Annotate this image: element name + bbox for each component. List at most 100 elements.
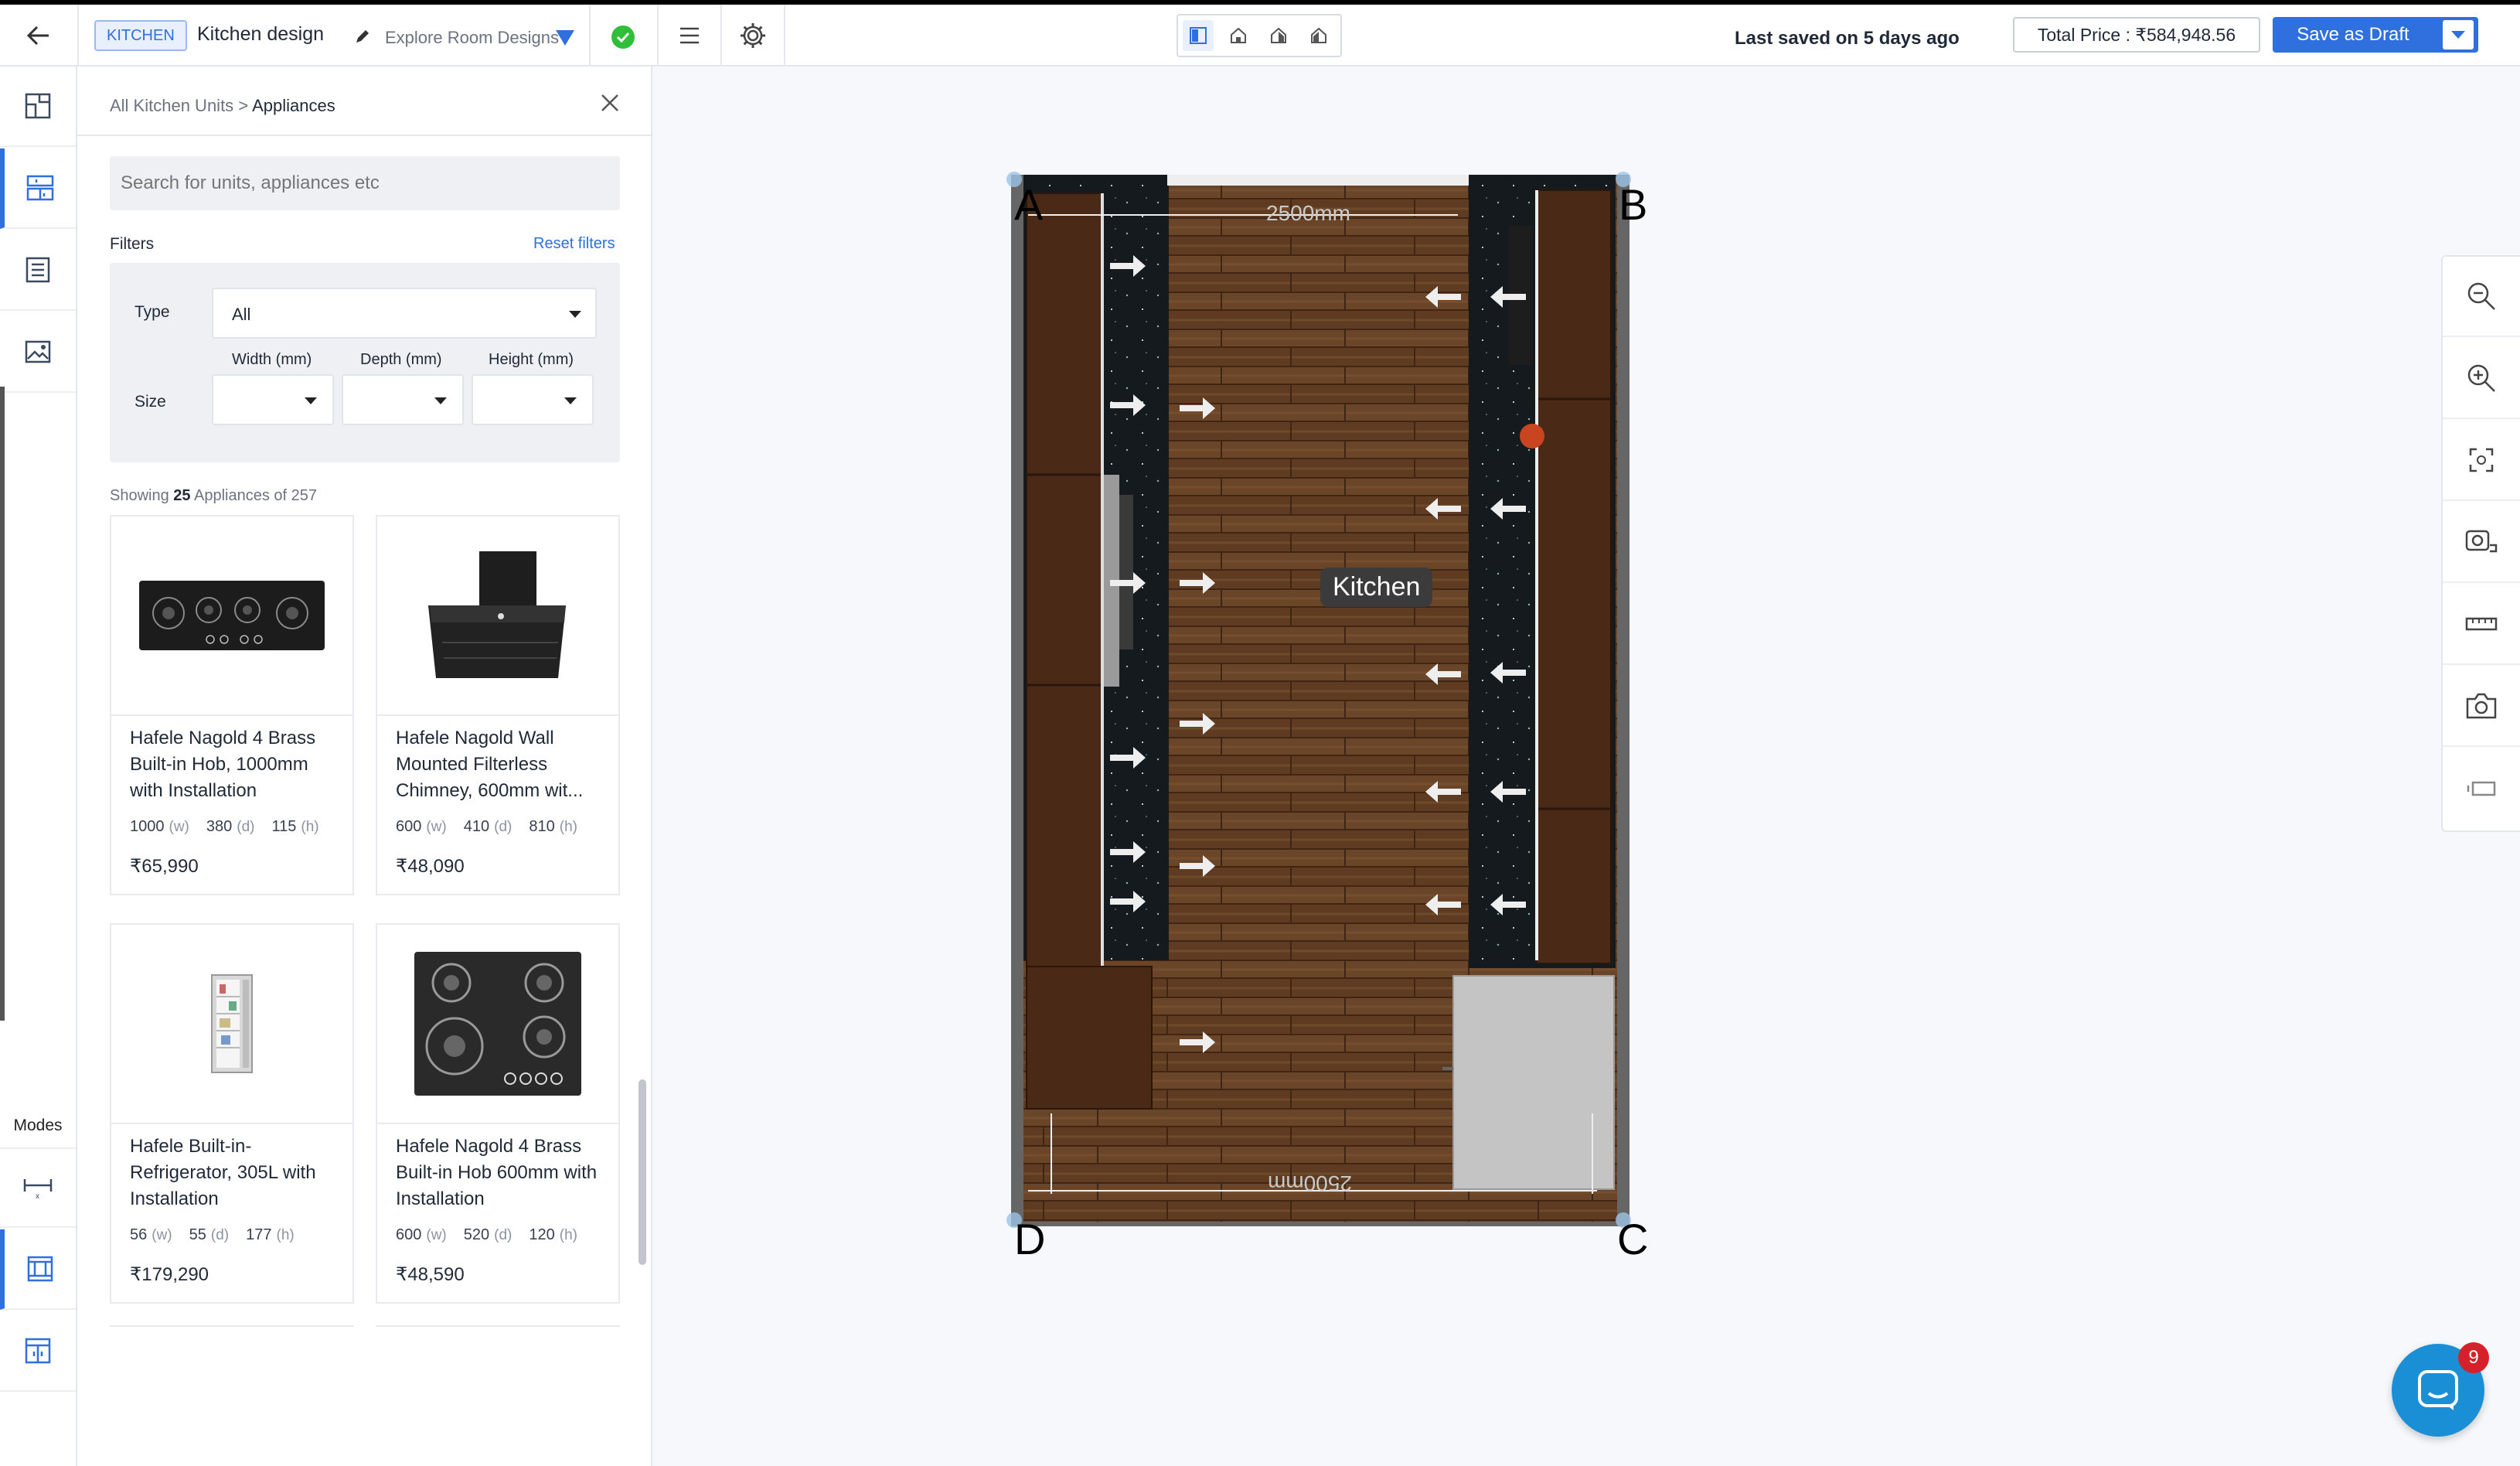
screenshot-button[interactable] <box>2443 667 2520 747</box>
close-panel-button[interactable] <box>600 93 620 117</box>
width-select[interactable] <box>212 374 334 425</box>
filters-box: Type All Width (mm) Depth (mm) Height (m… <box>110 263 620 462</box>
product-card[interactable]: Hafele Nagold 4 Brass Built-in Hob 600mm… <box>376 923 620 1304</box>
product-card[interactable]: Hafele Nagold Wall Mounted Filterless Ch… <box>376 515 620 895</box>
view-mode-switcher <box>1177 14 1342 57</box>
rail-item-elevation-mode[interactable] <box>0 1229 76 1310</box>
rail-item-list[interactable] <box>0 230 76 311</box>
product-price: ₹48,590 <box>396 1264 465 1285</box>
refrigerator-unit[interactable] <box>1452 975 1615 1190</box>
rail-scroll-indicator <box>0 387 5 1021</box>
product-name: Hafele Nagold Wall Mounted Filterless Ch… <box>396 728 584 801</box>
rotate-view-button[interactable] <box>2443 503 2520 583</box>
menu-button[interactable] <box>659 5 720 66</box>
panel-scrollbar[interactable] <box>639 1079 646 1265</box>
modes-label: Modes <box>13 1117 63 1134</box>
product-card[interactable] <box>376 1325 620 1466</box>
product-card[interactable] <box>110 1325 354 1466</box>
top-dimension-label: 2500mm <box>1266 201 1350 225</box>
back-button[interactable] <box>0 5 77 66</box>
edit-pencil-icon[interactable] <box>354 28 371 49</box>
fit-screen-icon <box>2469 448 2494 472</box>
room-label[interactable]: Kitchen <box>1320 568 1433 607</box>
width-select-caret-icon <box>305 397 317 404</box>
depth-select[interactable] <box>342 374 464 425</box>
settings-button[interactable] <box>722 5 784 66</box>
project-name[interactable]: Kitchen design <box>197 23 324 46</box>
left-rail: Modes x <box>0 66 77 1466</box>
results-count-number: 25 <box>173 487 191 504</box>
corner-label-d: D <box>1014 1215 1046 1263</box>
rail-item-units[interactable] <box>0 148 76 229</box>
chevron-down-icon <box>2451 31 2465 39</box>
last-saved-status: Last saved on 5 days ago <box>1735 28 1960 49</box>
zoom-out-button[interactable] <box>2443 257 2520 337</box>
camera-icon <box>2466 693 2497 719</box>
rail-item-cabinet-mode[interactable] <box>0 1311 76 1392</box>
view-wall-right-button[interactable] <box>1303 20 1334 51</box>
product-price: ₹179,290 <box>130 1264 209 1285</box>
rail-item-images[interactable] <box>0 312 76 393</box>
product-image <box>377 925 618 1124</box>
refrigerator-image <box>211 974 253 1073</box>
product-card[interactable]: Hafele Built-in-Refrigerator, 305L with … <box>110 923 354 1304</box>
chat-icon <box>2418 1370 2458 1410</box>
corner-label-c: C <box>1617 1215 1649 1263</box>
hob-600-image <box>414 952 581 1096</box>
zoom-in-button[interactable] <box>2443 339 2520 419</box>
corner-label-b: B <box>1619 180 1648 229</box>
view-wall-left-button[interactable] <box>1263 20 1294 51</box>
right-tall-units[interactable] <box>1536 189 1612 964</box>
cabinet-icon <box>25 1338 51 1364</box>
measure-button[interactable] <box>2443 585 2520 665</box>
reset-filters-link[interactable]: Reset filters <box>533 235 615 253</box>
product-image <box>111 925 352 1124</box>
elevation-icon <box>27 1256 53 1282</box>
rail-item-floorplan[interactable] <box>0 66 76 147</box>
left-corner-unit[interactable] <box>1026 966 1153 1110</box>
ruler-icon <box>2465 617 2498 631</box>
bottom-dimension-label: 2500mm <box>1268 1171 1352 1195</box>
fit-to-screen-button[interactable] <box>2443 421 2520 501</box>
explore-room-designs-link[interactable]: Explore Room Designs <box>385 28 559 48</box>
breadcrumb-root[interactable]: All Kitchen Units <box>110 96 233 115</box>
wall-right-icon <box>1311 27 1326 43</box>
product-card[interactable]: Hafele Nagold 4 Brass Built-in Hob, 1000… <box>110 515 354 895</box>
units-icon <box>26 175 54 201</box>
type-label: Type <box>135 303 170 321</box>
view-3d-button[interactable] <box>1223 20 1254 51</box>
product-price: ₹65,990 <box>130 856 199 877</box>
total-price: Total Price : ₹584,948.56 <box>2013 17 2260 53</box>
type-select-value: All <box>232 305 251 324</box>
product-image <box>111 517 352 716</box>
search-input[interactable] <box>110 156 620 210</box>
explore-dropdown-icon[interactable] <box>555 29 575 50</box>
filters-title: Filters <box>110 235 155 253</box>
hob-marker <box>1520 424 1544 448</box>
library-panel: All Kitchen Units > Appliances Filters R… <box>77 66 652 1466</box>
corner-label-a: A <box>1014 180 1044 229</box>
type-select-caret-icon <box>569 311 581 318</box>
left-tall-units[interactable] <box>1026 193 1103 975</box>
product-dimensions: 1000 (w) 380 (d) 115 (h) <box>130 818 319 835</box>
width-label: Width (mm) <box>232 351 312 368</box>
dimension-icon: x <box>23 1179 53 1199</box>
floor-plan[interactable] <box>997 162 1654 1245</box>
room-type-badge[interactable]: KITCHEN <box>94 20 187 51</box>
height-select[interactable] <box>472 374 594 425</box>
type-select[interactable]: All <box>212 288 597 339</box>
canvas-toolbar <box>2441 255 2520 832</box>
save-options-dropdown[interactable] <box>2443 20 2474 49</box>
rail-item-dimension-mode[interactable]: x <box>0 1147 76 1228</box>
toggle-labels-button[interactable] <box>2443 748 2520 829</box>
height-select-caret-icon <box>564 397 577 404</box>
view-2d-button[interactable] <box>1183 20 1214 51</box>
gear-icon <box>741 23 765 48</box>
back-arrow-icon <box>27 26 49 46</box>
top-bar: KITCHEN Kitchen design Explore Room Desi… <box>0 0 2520 66</box>
list-icon <box>26 257 50 283</box>
breadcrumb: All Kitchen Units > Appliances <box>110 96 335 116</box>
chat-unread-badge: 9 <box>2458 1342 2489 1373</box>
save-as-draft-button[interactable]: Save as Draft <box>2273 17 2478 53</box>
breadcrumb-current: Appliances <box>252 96 335 115</box>
